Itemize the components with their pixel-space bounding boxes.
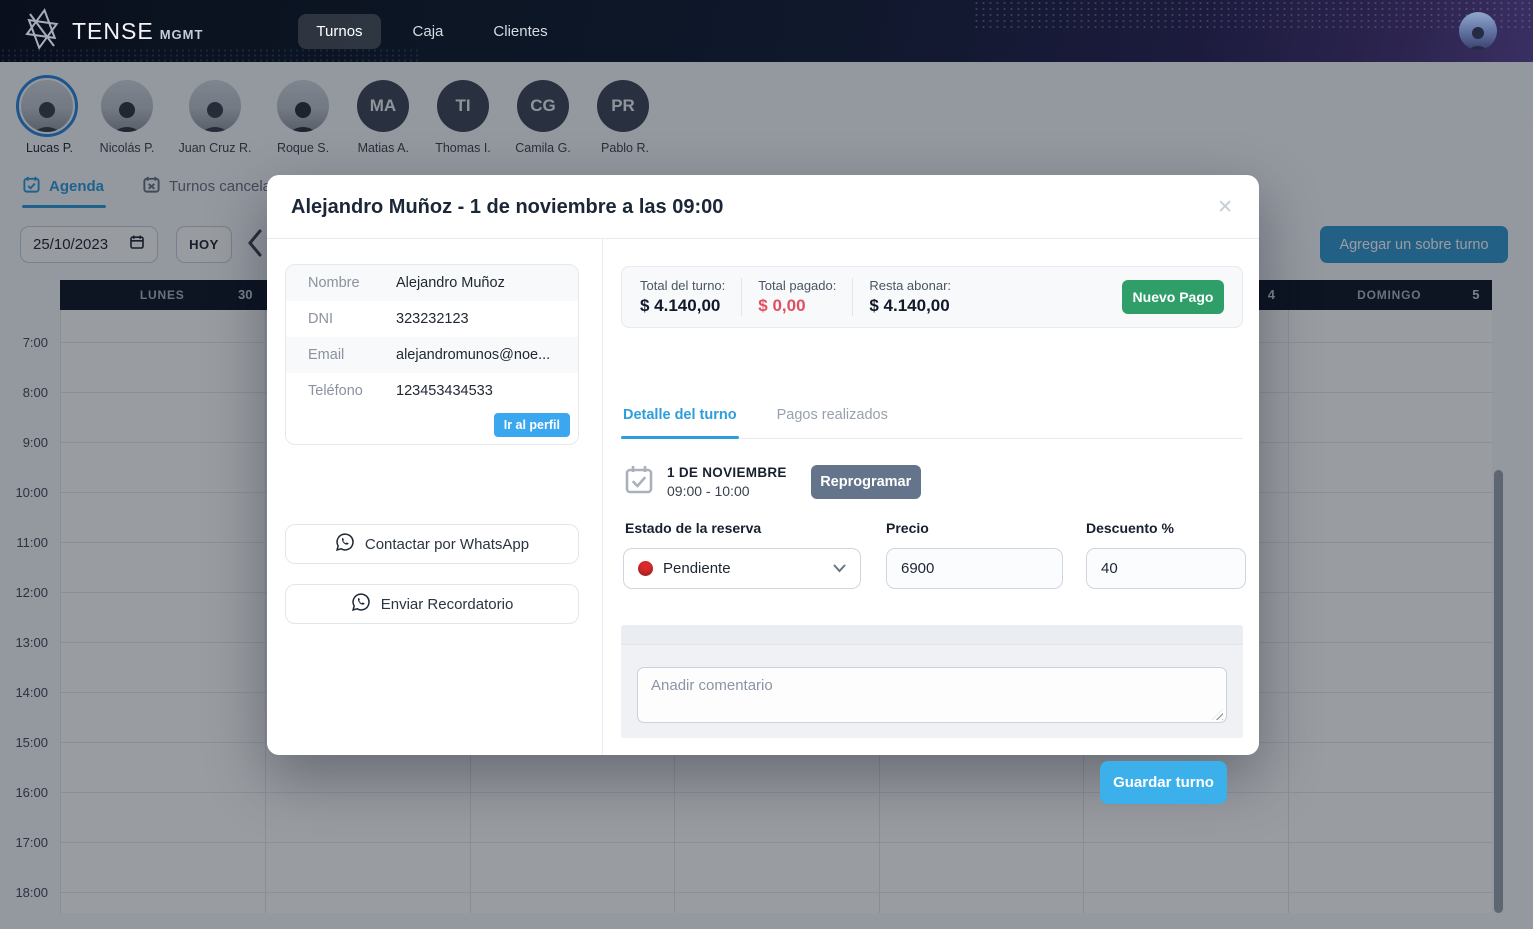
brand-name: TENSE	[72, 18, 154, 45]
price-label: Precio	[886, 520, 929, 536]
payment-summary-card: Total del turno: $ 4.140,00 Total pagado…	[621, 266, 1243, 328]
event-date: 1 DE NOVIEMBRE	[667, 465, 787, 480]
brand-suffix: MGMT	[160, 27, 204, 42]
whatsapp-contact-label: Contactar por WhatsApp	[365, 536, 529, 553]
status-label: Estado de la reserva	[625, 520, 761, 536]
whatsapp-icon	[335, 532, 355, 556]
save-turn-button[interactable]: Guardar turno	[1100, 761, 1227, 804]
client-pane: Nombre Alejandro Muñoz DNI 323232123 Ema…	[267, 239, 603, 755]
nav-menu: Turnos Caja Clientes	[298, 14, 565, 49]
resta-abonar: Resta abonar: $ 4.140,00	[852, 278, 967, 316]
send-reminder-button[interactable]: Enviar Recordatorio	[285, 584, 579, 624]
client-info-card: Nombre Alejandro Muñoz DNI 323232123 Ema…	[285, 264, 579, 445]
calendar-check-icon-large	[625, 464, 653, 500]
status-select[interactable]: Pendiente	[623, 548, 861, 589]
modal-header: Alejandro Muñoz - 1 de noviembre a las 0…	[267, 175, 1259, 239]
user-avatar[interactable]	[1459, 12, 1497, 50]
event-row: 1 DE NOVIEMBRE 09:00 - 10:00 Reprogramar	[625, 464, 921, 500]
status-value: Pendiente	[663, 560, 823, 577]
new-payment-button[interactable]: Nuevo Pago	[1122, 280, 1224, 314]
status-dot-red-icon	[638, 561, 653, 576]
close-icon[interactable]: ✕	[1217, 198, 1233, 217]
comment-textarea[interactable]	[637, 667, 1227, 723]
event-datetime: 1 DE NOVIEMBRE 09:00 - 10:00	[667, 465, 787, 499]
event-time: 09:00 - 10:00	[667, 483, 787, 499]
decor-dots	[973, 0, 1533, 30]
price-input[interactable]	[886, 548, 1063, 589]
whatsapp-icon	[351, 592, 371, 616]
app-root: TENSE MGMT Turnos Caja Clientes Lucas P.…	[0, 0, 1533, 929]
tab-detalle-turno[interactable]: Detalle del turno	[621, 405, 739, 438]
reschedule-button[interactable]: Reprogramar	[811, 465, 921, 499]
client-row-nombre: Nombre Alejandro Muñoz	[286, 265, 578, 301]
tab-pagos-realizados[interactable]: Pagos realizados	[775, 405, 890, 438]
client-row-telefono: Teléfono 123453434533	[286, 373, 578, 409]
modal-body: Nombre Alejandro Muñoz DNI 323232123 Ema…	[267, 239, 1259, 755]
total-turno: Total del turno: $ 4.140,00	[640, 278, 741, 316]
appointment-modal: Alejandro Muñoz - 1 de noviembre a las 0…	[267, 175, 1259, 755]
client-row-email: Email alejandromunos@noe...	[286, 337, 578, 373]
go-to-profile-button[interactable]: Ir al perfil	[494, 413, 570, 437]
comment-panel	[621, 625, 1243, 738]
client-row-dni: DNI 323232123	[286, 301, 578, 337]
detail-tabs: Detalle del turno Pagos realizados	[621, 405, 1243, 439]
nav-item-clientes[interactable]: Clientes	[475, 14, 565, 49]
comment-panel-header	[621, 625, 1243, 645]
nav-item-caja[interactable]: Caja	[395, 14, 462, 49]
nav-item-turnos[interactable]: Turnos	[298, 14, 380, 49]
detail-pane: Total del turno: $ 4.140,00 Total pagado…	[604, 239, 1259, 755]
discount-label: Descuento %	[1086, 520, 1174, 536]
profile-row: Ir al perfil	[286, 409, 578, 444]
star-logo-icon	[20, 6, 64, 57]
send-reminder-label: Enviar Recordatorio	[381, 596, 514, 613]
modal-title: Alejandro Muñoz - 1 de noviembre a las 0…	[291, 196, 723, 219]
chevron-down-icon	[833, 560, 846, 578]
brand-logo[interactable]: TENSE MGMT	[20, 6, 203, 57]
whatsapp-contact-button[interactable]: Contactar por WhatsApp	[285, 524, 579, 564]
total-pagado: Total pagado: $ 0,00	[741, 278, 852, 316]
top-navbar: TENSE MGMT Turnos Caja Clientes	[0, 0, 1533, 62]
discount-input[interactable]	[1086, 548, 1246, 589]
